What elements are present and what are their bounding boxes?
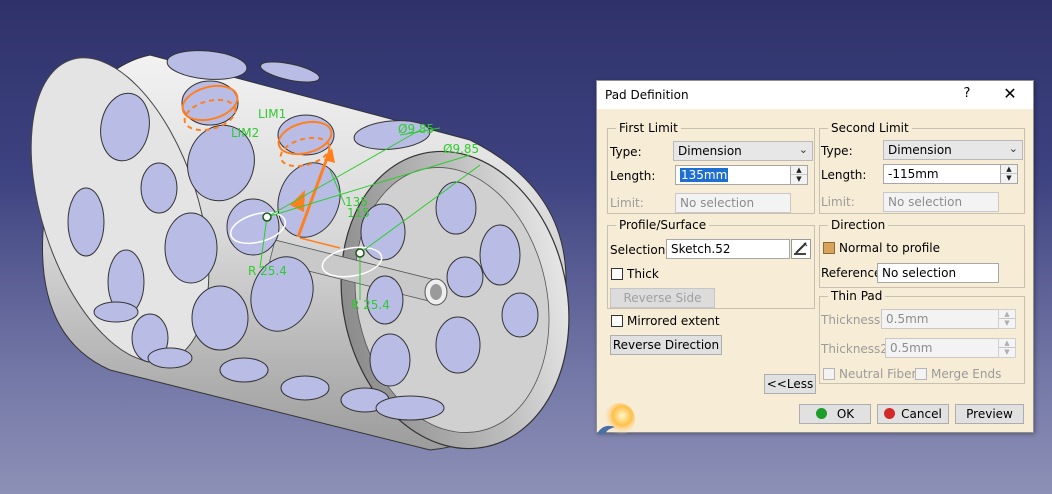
second-length-spinner[interactable]: ▲ ▼ [1000, 164, 1018, 184]
dialog-titlebar[interactable]: Pad Definition ? ✕ [597, 81, 1033, 109]
first-type-label: Type: [610, 145, 642, 159]
first-length-input[interactable]: 135mm [675, 165, 791, 185]
neutral-fiber-checkbox[interactable] [823, 368, 835, 380]
pad-definition-dialog: Pad Definition ? ✕ First Limit Type: Dim… [596, 80, 1034, 434]
second-length-value: -115mm [888, 167, 939, 181]
edit-sketch-icon[interactable] [791, 239, 811, 259]
preview-button[interactable]: Preview [955, 404, 1024, 424]
thickness2-value: 0.5mm [890, 341, 933, 355]
spin-down-icon[interactable]: ▼ [1001, 174, 1017, 183]
merge-ends-checkbox[interactable] [915, 368, 927, 380]
thickness2-spinner[interactable]: ▲ ▼ [998, 338, 1016, 358]
lim2-label[interactable]: LIM2 [231, 126, 259, 140]
spin-down-icon[interactable]: ▼ [999, 319, 1015, 328]
second-limit-title: Second Limit [828, 121, 912, 135]
diameter-dimension-right[interactable]: Ø9.85 [443, 142, 479, 156]
neutral-fiber-label: Neutral Fiber [839, 367, 917, 381]
reverse-direction-button[interactable]: Reverse Direction [610, 335, 722, 355]
thickness1-field[interactable]: 0.5mm [881, 309, 999, 329]
second-type-label: Type: [821, 144, 853, 158]
diameter-dimension-top[interactable]: Ø9.85 [398, 122, 434, 136]
profile-surface-title: Profile/Surface [616, 218, 710, 232]
mirrored-extent-label: Mirrored extent [627, 314, 720, 328]
ok-button[interactable]: OK [799, 404, 871, 424]
chevron-down-icon: ⌄ [798, 143, 808, 156]
cancel-icon [884, 408, 896, 419]
second-limit-value: No selection [888, 195, 963, 209]
selection-value: Sketch.52 [671, 242, 731, 256]
selection-field[interactable]: Sketch.52 [666, 239, 790, 259]
catia-logo-icon [597, 403, 635, 434]
spin-down-icon[interactable]: ▼ [999, 348, 1015, 357]
spin-up-icon[interactable]: ▲ [791, 166, 807, 175]
thick-label: Thick [627, 267, 659, 281]
first-limit-title: First Limit [616, 121, 681, 135]
thickness2-field[interactable]: 0.5mm [885, 338, 999, 358]
close-button[interactable]: ✕ [995, 84, 1025, 106]
ok-label: OK [836, 407, 855, 421]
second-length-label: Length: [821, 168, 867, 182]
direction-title: Direction [828, 218, 889, 232]
first-type-value: Dimension [678, 144, 742, 158]
first-length-spinner[interactable]: ▲ ▼ [790, 165, 808, 185]
cancel-label: Cancel [901, 407, 942, 421]
help-button[interactable]: ? [957, 86, 977, 104]
reference-field[interactable]: No selection [877, 263, 999, 283]
radius-dimension-bottom[interactable]: R 25.4 [351, 298, 390, 312]
merge-ends-label: Merge Ends [931, 367, 1002, 381]
thickness1-spinner[interactable]: ▲ ▼ [998, 309, 1016, 329]
second-type-value: Dimension [888, 143, 952, 157]
mirrored-extent-checkbox[interactable] [611, 315, 623, 327]
second-type-combo[interactable]: Dimension ⌄ [883, 140, 1023, 160]
first-limit-label: Limit: [610, 196, 644, 210]
second-limit-label: Limit: [821, 195, 855, 209]
first-type-combo[interactable]: Dimension ⌄ [673, 141, 813, 161]
first-length-value: 135mm [680, 168, 729, 182]
second-length-input[interactable]: -115mm [883, 164, 1001, 184]
less-button[interactable]: <<Less [764, 374, 816, 394]
spin-down-icon[interactable]: ▼ [791, 175, 807, 184]
thick-checkbox[interactable] [611, 268, 623, 280]
spin-up-icon[interactable]: ▲ [999, 310, 1015, 319]
radius-dimension-left[interactable]: R 25.4 [248, 264, 287, 278]
thickness1-value: 0.5mm [886, 312, 929, 326]
chevron-down-icon: ⌄ [1008, 142, 1018, 155]
normal-to-profile-checkbox[interactable] [823, 242, 835, 254]
first-limit-value: No selection [680, 196, 755, 210]
length-dimension-115[interactable]: 115 [347, 206, 370, 220]
ok-icon [815, 408, 827, 419]
dialog-title: Pad Definition [605, 88, 689, 102]
first-limit-field[interactable]: No selection [675, 193, 791, 213]
reverse-side-button[interactable]: Reverse Side [610, 288, 715, 308]
spin-up-icon[interactable]: ▲ [999, 339, 1015, 348]
spin-up-icon[interactable]: ▲ [1001, 165, 1017, 174]
thickness2-label: Thickness2: [821, 342, 892, 356]
normal-to-profile-label: Normal to profile [839, 241, 940, 255]
reference-value: No selection [882, 266, 957, 280]
selection-label: Selection: [610, 243, 670, 257]
second-limit-field[interactable]: No selection [883, 192, 999, 212]
thin-pad-title: Thin Pad [828, 289, 886, 303]
cancel-button[interactable]: Cancel [877, 404, 949, 424]
lim1-label[interactable]: LIM1 [258, 107, 286, 121]
reference-label: Reference: [821, 266, 886, 280]
first-length-label: Length: [610, 169, 656, 183]
